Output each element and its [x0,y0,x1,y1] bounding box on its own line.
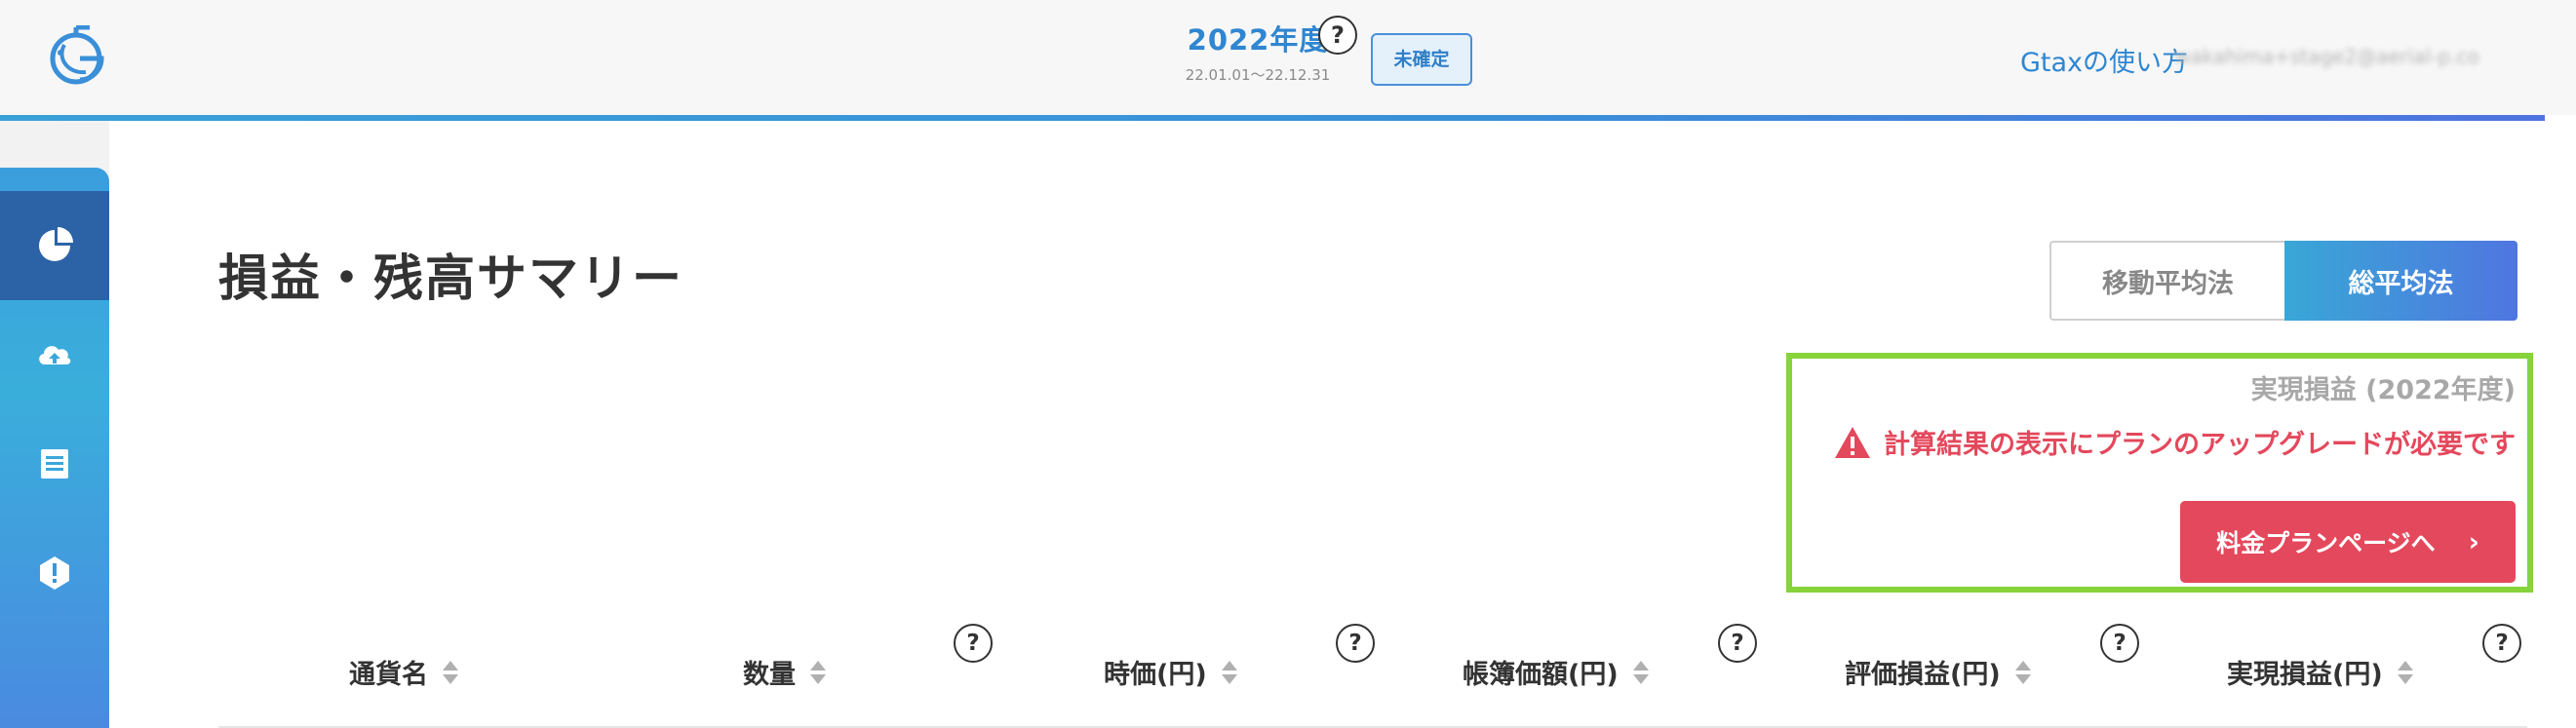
column-currency[interactable]: 通貨名 [349,653,459,691]
status-badge[interactable]: 未確定 [1371,33,1472,86]
pricing-plan-button-label: 料金プランページへ [2216,529,2436,557]
sort-icon[interactable] [442,659,459,686]
price-help-icon[interactable]: ? [1336,624,1375,663]
header-accent-line [0,115,2545,121]
column-label: 評価損益(円) [1845,660,2001,690]
upgrade-notice: 実現損益 (2022年度) 計算結果の表示にプランのアップグレードが必要です 料… [1786,353,2533,593]
moving-average-button[interactable]: 移動平均法 [2049,241,2284,321]
notice-warning: 計算結果の表示にプランのアップグレードが必要です [1833,423,2516,461]
column-label: 実現損益(円) [2227,660,2383,690]
sort-icon[interactable] [1221,659,1238,686]
fiscal-year-range: 22.01.01〜22.12.31 [1185,66,1331,84]
sidebar-item-summary[interactable] [0,191,109,300]
pricing-plan-button[interactable]: 料金プランページへ › [2180,501,2516,583]
user-email[interactable]: wakahima+stage2@aerial-p.co [2174,45,2479,68]
sidebar-item-upload[interactable] [0,300,109,409]
howto-link[interactable]: Gtaxの使い方 [2020,41,2188,79]
column-book-value[interactable]: 帳簿価額(円) [1463,653,1650,691]
column-market-price[interactable]: 時価(円) [1104,653,1238,691]
book-value-help-icon[interactable]: ? [1718,624,1757,663]
table-header: 通貨名 ? 数量 ? 時価(円) ? 帳簿価額(円) ? 評価損益(円) ? 実… [218,624,2527,728]
sort-icon[interactable] [1632,659,1650,686]
sort-icon[interactable] [2014,659,2032,686]
column-unrealized-pl[interactable]: 評価損益(円) [1845,653,2032,691]
page-title: 損益・残高サマリー [218,250,684,308]
document-icon [41,449,68,479]
top-header: 2022年度 22.01.01〜22.12.31 ? 未確定 Gtaxの使い方 … [0,0,2576,115]
sort-icon[interactable] [2397,659,2414,686]
gtax-logo-icon[interactable] [47,24,109,90]
chevron-right-icon: › [2468,526,2479,557]
fiscal-year-help-icon[interactable]: ? [1318,16,1357,55]
realized-help-icon[interactable]: ? [2482,624,2521,663]
sidebar-item-alerts[interactable] [0,518,109,628]
column-realized-pl[interactable]: 実現損益(円) [2227,653,2414,691]
fiscal-year-selector[interactable]: 2022年度 22.01.01〜22.12.31 [1180,18,1336,85]
notice-heading: 実現損益 (2022年度) [2250,375,2516,405]
quantity-help-icon[interactable]: ? [954,624,993,663]
column-label: 通貨名 [349,660,428,690]
method-toggle: 移動平均法 総平均法 [2049,241,2517,321]
sidebar [0,168,109,728]
alert-icon [40,556,69,590]
warning-icon [1835,426,1870,458]
sort-icon[interactable] [809,659,827,686]
pie-chart-icon [39,227,73,261]
column-label: 数量 [743,660,796,690]
cloud-upload-icon [39,346,71,364]
fiscal-year-label[interactable]: 2022年度 [1180,18,1336,58]
total-average-button[interactable]: 総平均法 [2284,241,2517,321]
warning-text: 計算結果の表示にプランのアップグレードが必要です [1884,430,2516,460]
sidebar-item-report[interactable] [0,409,109,518]
column-label: 時価(円) [1104,660,1207,690]
column-quantity[interactable]: 数量 [743,653,827,691]
unrealized-help-icon[interactable]: ? [2100,624,2139,663]
column-label: 帳簿価額(円) [1463,660,1619,690]
